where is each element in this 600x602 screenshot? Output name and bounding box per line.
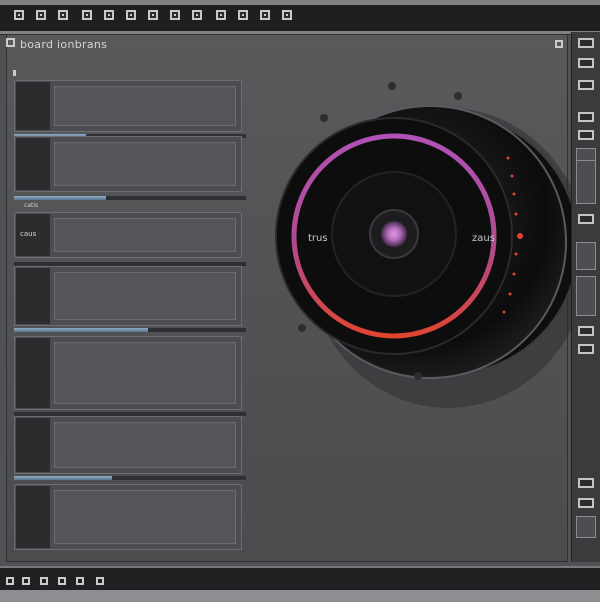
rpanel-icon-3[interactable]: [578, 80, 594, 90]
rpanel-icon-9[interactable]: [578, 478, 594, 488]
bottom-icon-1[interactable]: [6, 577, 14, 585]
toolbar-icon-6[interactable]: [126, 10, 136, 20]
app-window: board ionbrans cato catis caus: [0, 0, 600, 602]
bottom-toolbar: [0, 566, 600, 602]
track-separator: [14, 328, 246, 332]
track-progress: [14, 476, 112, 480]
bottom-icon-4[interactable]: [58, 577, 66, 585]
toolbar-icon-7[interactable]: [148, 10, 158, 20]
rpanel-field[interactable]: [576, 516, 596, 538]
rpanel-field[interactable]: [576, 276, 596, 316]
bottom-icon-3[interactable]: [40, 577, 48, 585]
dial-left-label: trus: [308, 233, 328, 244]
track-thumb: [16, 486, 50, 548]
track-separator: [14, 476, 246, 480]
dial-indicator: [517, 233, 523, 239]
bottom-icon-6[interactable]: [96, 577, 104, 585]
dial-right-label: zaus: [472, 233, 495, 244]
toolbar-icon-4[interactable]: [82, 10, 92, 20]
toolbar-icon-8[interactable]: [170, 10, 180, 20]
track-row-4[interactable]: [14, 266, 244, 326]
track-row-1[interactable]: [14, 80, 244, 132]
rpanel-icon-8[interactable]: [578, 344, 594, 354]
track-thumb: [16, 418, 50, 472]
track-row-6[interactable]: [14, 416, 244, 474]
toolbar-icon-9[interactable]: [192, 10, 202, 20]
bottom-strip: [0, 590, 600, 602]
rpanel-icon-2[interactable]: [578, 58, 594, 68]
dial-center-light: [381, 221, 407, 247]
rotary-dial[interactable]: trus zaus: [258, 58, 588, 418]
track-progress: [14, 196, 106, 200]
track-row-7[interactable]: [14, 484, 244, 550]
track-row-2[interactable]: [14, 136, 244, 192]
track-separator: [14, 196, 246, 200]
toolbar-icon-12[interactable]: [260, 10, 270, 20]
toolbar-icon-11[interactable]: [238, 10, 248, 20]
panel-menu-icon[interactable]: [6, 38, 15, 47]
panel-title: board ionbrans: [20, 38, 108, 51]
panel-close-icon[interactable]: [555, 40, 563, 48]
toolbar-icon-1[interactable]: [14, 10, 24, 20]
track-lane[interactable]: [54, 272, 236, 320]
toolbar-icon-5[interactable]: [104, 10, 114, 20]
toolbar-icon-10[interactable]: [216, 10, 226, 20]
rpanel-field[interactable]: [576, 242, 596, 270]
track-thumb: [16, 338, 50, 408]
track-lane[interactable]: [54, 422, 236, 468]
bottom-icon-5[interactable]: [76, 577, 84, 585]
rpanel-icon-5[interactable]: [578, 130, 594, 140]
top-toolbar: [0, 0, 600, 35]
rpanel-icon-10[interactable]: [578, 498, 594, 508]
track-thumb: [16, 138, 50, 190]
track-lane[interactable]: [54, 490, 236, 544]
rpanel-icon-6[interactable]: [578, 214, 594, 224]
toolbar-icon-3[interactable]: [58, 10, 68, 20]
track-tag: catis: [24, 202, 39, 209]
rpanel-icon-4[interactable]: [578, 112, 594, 122]
track-lane[interactable]: [54, 342, 236, 404]
bottom-icon-2[interactable]: [22, 577, 30, 585]
rpanel-slider-track[interactable]: [576, 160, 596, 204]
panel-grip-icon: [13, 70, 16, 76]
rpanel-icon-1[interactable]: [578, 38, 594, 48]
track-thumb: [16, 268, 50, 324]
track-thumb: [16, 82, 50, 130]
track-lane[interactable]: [54, 218, 236, 252]
track-progress: [14, 328, 148, 332]
toolbar-icon-2[interactable]: [36, 10, 46, 20]
right-toolbar: [571, 32, 600, 562]
toolbar-icon-13[interactable]: [282, 10, 292, 20]
track-lane[interactable]: [54, 142, 236, 186]
rpanel-icon-7[interactable]: [578, 326, 594, 336]
track-label: caus: [20, 230, 37, 239]
track-lane[interactable]: [54, 86, 236, 126]
track-row-3[interactable]: caus: [14, 212, 244, 258]
track-row-5[interactable]: [14, 336, 244, 410]
